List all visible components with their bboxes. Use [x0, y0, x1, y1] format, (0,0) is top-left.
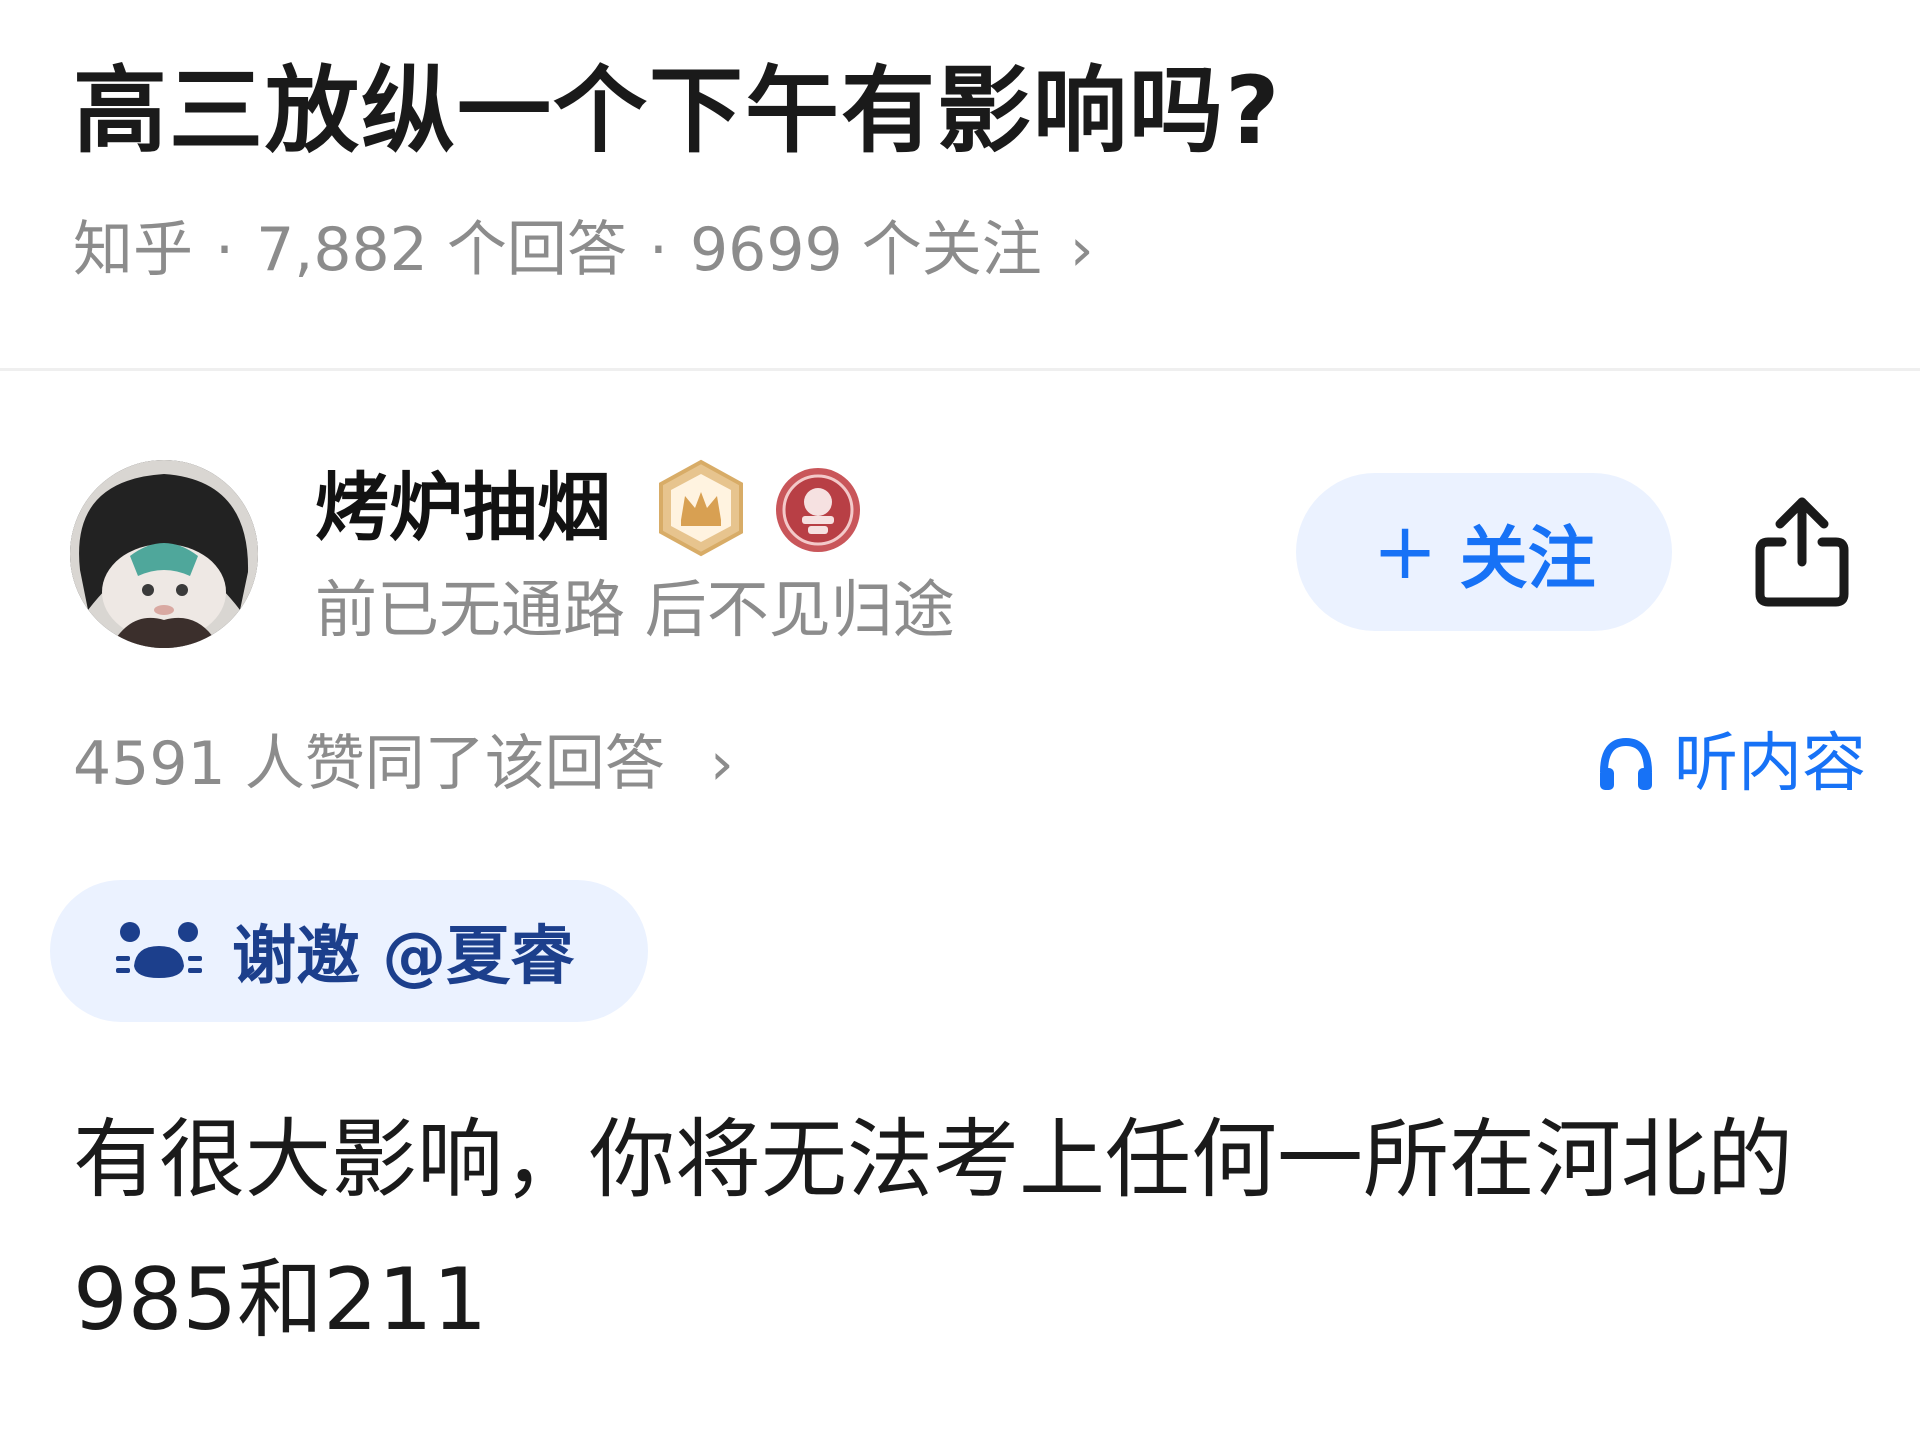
question-meta[interactable]: 知乎 · 7,882 个回答 · 9699 个关注 › [73, 210, 1094, 290]
plus-icon: + [1372, 507, 1438, 597]
answer-count: 7,882 个回答 [256, 215, 627, 285]
separator-dot: · [648, 215, 668, 285]
vote-count[interactable]: 4591 人赞同了该回答 › [73, 722, 734, 806]
listen-button[interactable]: 听内容 [1594, 722, 1866, 806]
chevron-right-icon: › [709, 729, 734, 799]
crown-badge-icon[interactable] [655, 458, 747, 558]
answer-body: 有很大影响，你将无法考上任何一所在河北的985和211 [73, 1110, 1793, 1350]
invite-chip[interactable]: 谢邀 @夏睿 [50, 880, 648, 1022]
seal-badge-icon[interactable] [772, 458, 864, 558]
listen-label: 听内容 [1674, 727, 1866, 801]
share-icon[interactable] [1752, 490, 1852, 610]
vote-count-label: 4591 人赞同了该回答 [73, 729, 665, 799]
author-name[interactable]: 烤炉抽烟 [315, 460, 611, 556]
invite-label: 谢邀 @夏睿 [232, 920, 575, 994]
question-title: 高三放纵一个下午有影响吗? [73, 57, 1282, 166]
author-bio: 前已无通路 后不见归途 [315, 573, 955, 646]
headphones-icon [1600, 737, 1652, 790]
avatar[interactable] [70, 460, 258, 648]
follow-label: 关注 [1459, 519, 1596, 599]
crab-icon [116, 922, 202, 978]
divider [0, 368, 1920, 371]
avatar-image [70, 460, 258, 648]
chevron-right-icon: › [1069, 215, 1094, 285]
follower-count: 9699 个关注 [690, 215, 1042, 285]
follow-button[interactable]: + 关注 [1296, 473, 1672, 631]
separator-dot: · [215, 215, 235, 285]
source-label: 知乎 [73, 215, 193, 285]
